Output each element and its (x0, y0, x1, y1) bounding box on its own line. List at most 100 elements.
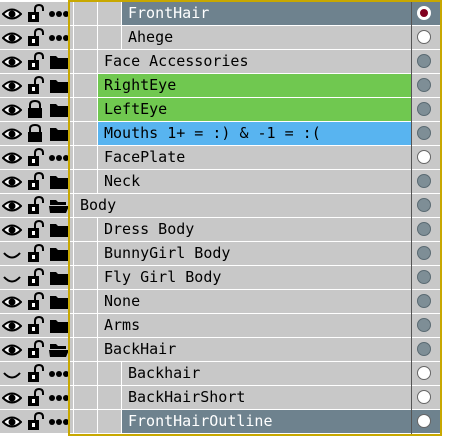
folder-icon[interactable] (48, 268, 70, 287)
layer-name[interactable]: Backhair (122, 362, 411, 385)
layer-row[interactable]: FrontHair (0, 2, 445, 26)
unlock-icon[interactable] (25, 339, 45, 359)
layer-state-dot-icon[interactable] (417, 366, 431, 380)
dots-icon[interactable] (48, 4, 70, 23)
visibility-eye-icon[interactable] (1, 124, 23, 143)
folder-icon[interactable] (48, 124, 70, 143)
visibility-hidden-eye-icon[interactable] (2, 268, 22, 287)
layer-row[interactable]: FrontHairOutline (0, 410, 445, 434)
layer-row[interactable]: LeftEye (0, 98, 445, 122)
layer-row[interactable]: Backhair (0, 362, 445, 386)
layer-state-dot-icon[interactable] (417, 294, 431, 308)
layer-state-dot-icon[interactable] (417, 78, 431, 92)
layer-row[interactable]: BackHairShort (0, 386, 445, 410)
layer-name[interactable]: BunnyGirl Body (98, 242, 411, 265)
visibility-eye-icon[interactable] (1, 388, 23, 407)
visibility-eye-icon[interactable] (1, 172, 23, 191)
unlock-icon[interactable] (25, 315, 45, 335)
lock-icon[interactable] (25, 99, 45, 119)
layer-row[interactable]: BackHair (0, 338, 445, 362)
layer-row[interactable]: RightEye (0, 74, 445, 98)
open-folder-icon[interactable] (48, 340, 70, 359)
layer-row[interactable]: Fly Girl Body (0, 266, 445, 290)
visibility-eye-icon[interactable] (1, 412, 23, 431)
visibility-hidden-eye-icon[interactable] (2, 244, 22, 263)
visibility-hidden-eye-icon[interactable] (2, 364, 22, 383)
folder-icon[interactable] (48, 76, 70, 95)
layer-row[interactable]: FacePlate (0, 146, 445, 170)
layer-state-dot-icon[interactable] (417, 174, 431, 188)
unlock-icon[interactable] (25, 387, 45, 407)
layer-name[interactable]: Fly Girl Body (98, 266, 411, 289)
layer-name[interactable]: None (98, 290, 411, 313)
layer-state-dot-icon[interactable] (417, 222, 431, 236)
visibility-eye-icon[interactable] (1, 292, 23, 311)
unlock-icon[interactable] (25, 147, 45, 167)
unlock-icon[interactable] (25, 171, 45, 191)
layer-state-dot-icon[interactable] (417, 30, 431, 44)
folder-icon[interactable] (48, 292, 70, 311)
dots-icon[interactable] (48, 364, 70, 383)
layer-row[interactable]: Arms (0, 314, 445, 338)
layer-name[interactable]: Face Accessories (98, 50, 411, 73)
visibility-eye-icon[interactable] (1, 4, 23, 23)
layer-name[interactable]: Body (74, 194, 411, 217)
unlock-icon[interactable] (25, 411, 45, 431)
layer-state-dot-icon[interactable] (417, 198, 431, 212)
layer-name[interactable]: Ahege (122, 26, 411, 49)
unlock-icon[interactable] (25, 291, 45, 311)
layer-row[interactable]: BunnyGirl Body (0, 242, 445, 266)
layer-state-dot-icon[interactable] (417, 102, 431, 116)
unlock-icon[interactable] (25, 219, 45, 239)
visibility-eye-icon[interactable] (1, 196, 23, 215)
layer-row[interactable]: Neck (0, 170, 445, 194)
layer-name[interactable]: LeftEye (98, 98, 411, 121)
layer-name[interactable]: FacePlate (98, 146, 411, 169)
layer-state-dot-icon[interactable] (417, 126, 431, 140)
layer-state-dot-icon[interactable] (417, 246, 431, 260)
unlock-icon[interactable] (25, 195, 45, 215)
visibility-eye-icon[interactable] (1, 76, 23, 95)
visibility-eye-icon[interactable] (1, 52, 23, 71)
layer-row[interactable]: None (0, 290, 445, 314)
layer-row[interactable]: Mouths 1+ = :) & -1 = :( (0, 122, 445, 146)
visibility-eye-icon[interactable] (1, 100, 23, 119)
dots-icon[interactable] (48, 148, 70, 167)
layer-state-dot-icon[interactable] (417, 342, 431, 356)
layer-name[interactable]: FrontHair (122, 2, 411, 25)
layer-name[interactable]: Neck (98, 170, 411, 193)
open-folder-icon[interactable] (48, 196, 70, 215)
layer-state-dot-icon[interactable] (417, 150, 431, 164)
visibility-eye-icon[interactable] (1, 340, 23, 359)
visibility-eye-icon[interactable] (1, 148, 23, 167)
visibility-eye-icon[interactable] (1, 220, 23, 239)
layer-name[interactable]: BackHair (98, 338, 411, 361)
dots-icon[interactable] (48, 388, 70, 407)
dots-icon[interactable] (48, 28, 70, 47)
layer-name[interactable]: Dress Body (98, 218, 411, 241)
layer-row[interactable]: Dress Body (0, 218, 445, 242)
unlock-icon[interactable] (25, 51, 45, 71)
visibility-eye-icon[interactable] (1, 316, 23, 335)
layer-row[interactable]: Ahege (0, 26, 445, 50)
folder-icon[interactable] (48, 172, 70, 191)
layer-state-dot-icon[interactable] (417, 54, 431, 68)
layer-row[interactable]: Face Accessories (0, 50, 445, 74)
lock-icon[interactable] (25, 123, 45, 143)
layer-name[interactable]: Mouths 1+ = :) & -1 = :( (98, 122, 411, 145)
layer-state-dot-icon[interactable] (417, 318, 431, 332)
layer-state-dot-icon[interactable] (417, 270, 431, 284)
unlock-icon[interactable] (25, 27, 45, 47)
layer-name[interactable]: BackHairShort (122, 386, 411, 409)
layer-row[interactable]: Body (0, 194, 445, 218)
folder-icon[interactable] (48, 220, 70, 239)
layer-state-dot-icon[interactable] (417, 390, 431, 404)
layer-state-dot-icon[interactable] (417, 414, 431, 428)
unlock-icon[interactable] (25, 243, 45, 263)
folder-icon[interactable] (48, 100, 70, 119)
layer-name[interactable]: RightEye (98, 74, 411, 97)
layer-name[interactable]: FrontHairOutline (122, 410, 411, 433)
unlock-icon[interactable] (25, 3, 45, 23)
unlock-icon[interactable] (25, 75, 45, 95)
folder-icon[interactable] (48, 52, 70, 71)
